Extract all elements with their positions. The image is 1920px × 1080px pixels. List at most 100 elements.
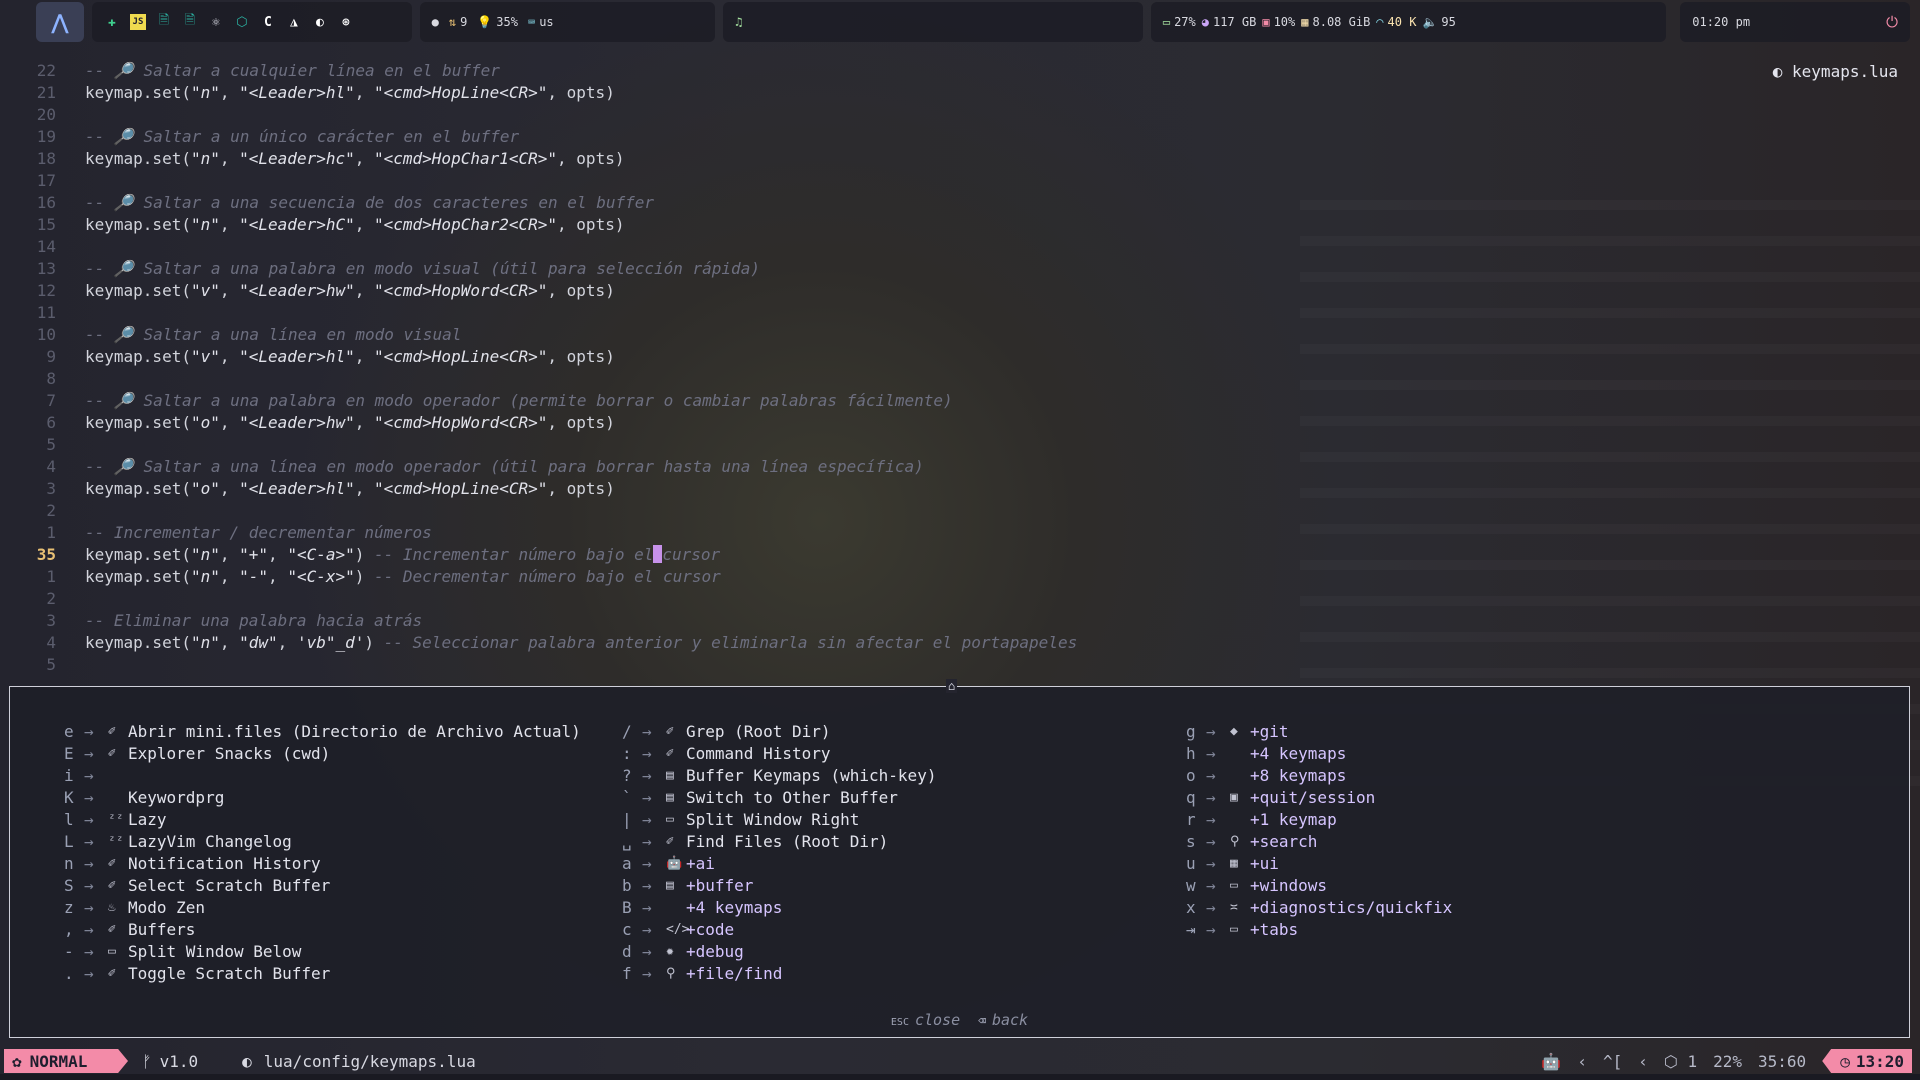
- power-icon[interactable]: ⏻: [1886, 13, 1898, 31]
- which-key-item[interactable]: g → ◆ +git: [1186, 721, 1452, 743]
- editor-line[interactable]: 6 keymap.set("o", "<Leader>hw", "<cmd>Hop…: [0, 412, 1920, 434]
- which-key-item[interactable]: x → ≍ +diagnostics/quickfix: [1186, 897, 1452, 919]
- which-key-item[interactable]: K → Keywordprg: [64, 787, 581, 809]
- which-key-item[interactable]: ⇥ → ▭ +tabs: [1186, 919, 1452, 941]
- which-key-item[interactable]: . → ✐ Toggle Scratch Buffer: [64, 963, 581, 985]
- editor-buffer[interactable]: 22 -- 🔎 Saltar a cualquier línea en el bu…: [0, 60, 1920, 680]
- which-key-item[interactable]: , → ✐ Buffers: [64, 919, 581, 941]
- which-key-item[interactable]: ? → ▤ Buffer Keymaps (which-key): [622, 765, 936, 787]
- network-indicator[interactable]: ◠ 40 K: [1376, 15, 1416, 29]
- user-indicator[interactable]: ●: [432, 15, 439, 29]
- which-key-item[interactable]: q → ▣ +quit/session: [1186, 787, 1452, 809]
- which-key-item[interactable]: i →: [64, 765, 581, 787]
- which-key-item[interactable]: E → ✐ Explorer Snacks (cwd): [64, 743, 581, 765]
- line-code: keymap.set("n", "-", "<C-x>") -- Decreme…: [60, 566, 721, 588]
- editor-line[interactable]: 10 -- 🔎 Saltar a una línea en modo visual: [0, 324, 1920, 346]
- editor-line[interactable]: 20: [0, 104, 1920, 126]
- brightness-indicator[interactable]: 💡 35%: [477, 15, 518, 29]
- which-key-item[interactable]: n → ✐ Notification History: [64, 853, 581, 875]
- js-icon[interactable]: JS: [129, 14, 146, 30]
- which-key-item[interactable]: h → +4 keymaps: [1186, 743, 1452, 765]
- editor-line[interactable]: 3 keymap.set("o", "<Leader>hl", "<cmd>Hop…: [0, 478, 1920, 500]
- editor-line[interactable]: 1 keymap.set("n", "-", "<C-x>") -- Decrem…: [0, 566, 1920, 588]
- css-icon[interactable]: 🗎: [182, 13, 198, 30]
- which-key-item[interactable]: B → +4 keymaps: [622, 897, 936, 919]
- code-token: keymap.set(: [85, 149, 191, 168]
- editor-line[interactable]: 11: [0, 302, 1920, 324]
- back-hint[interactable]: back: [992, 1011, 1028, 1029]
- editor-line[interactable]: 9 keymap.set("v", "<Leader>hl", "<cmd>Hop…: [0, 346, 1920, 368]
- editor-line[interactable]: 35 keymap.set("n", "+", "<C-a>") -- Incre…: [0, 544, 1920, 566]
- volume-indicator[interactable]: 🔈 95: [1422, 15, 1455, 29]
- which-key-item[interactable]: f → ⚲ +file/find: [622, 963, 936, 985]
- editor-line[interactable]: 13 -- 🔎 Saltar a una palabra en modo visu…: [0, 258, 1920, 280]
- which-key-item[interactable]: : → ✐ Command History: [622, 743, 936, 765]
- editor-line[interactable]: 3 -- Eliminar una palabra hacia atrás: [0, 610, 1920, 632]
- node-icon[interactable]: ⬡: [234, 14, 250, 30]
- editor-line[interactable]: 16 -- 🔎 Saltar a una secuencia de dos car…: [0, 192, 1920, 214]
- editor-line[interactable]: 14: [0, 236, 1920, 258]
- which-key-item[interactable]: c → </> +code: [622, 919, 936, 941]
- chrome-icon[interactable]: C: [260, 14, 276, 30]
- which-key-item[interactable]: S → ✐ Select Scratch Buffer: [64, 875, 581, 897]
- which-key-item[interactable]: - → ▭ Split Window Below: [64, 941, 581, 963]
- which-key-item[interactable]: d → ✹ +debug: [622, 941, 936, 963]
- which-key-item[interactable]: ` → ▤ Switch to Other Buffer: [622, 787, 936, 809]
- which-key-item[interactable]: o → +8 keymaps: [1186, 765, 1452, 787]
- which-key-item[interactable]: b → ▤ +buffer: [622, 875, 936, 897]
- item-label: Command History: [686, 744, 831, 763]
- memory-indicator[interactable]: ▦ 8.08 GiB: [1301, 15, 1370, 29]
- editor-line[interactable]: 1 -- Incrementar / decrementar números: [0, 522, 1920, 544]
- code-token: ,: [277, 633, 297, 652]
- which-key-item[interactable]: z → ♨ Modo Zen: [64, 897, 581, 919]
- editor-line[interactable]: 21 keymap.set("n", "<Leader>hl", "<cmd>Ho…: [0, 82, 1920, 104]
- editor-line[interactable]: 4 -- 🔎 Saltar a una línea en modo operado…: [0, 456, 1920, 478]
- copilot-icon[interactable]: 🤖: [1541, 1052, 1561, 1071]
- editor-line[interactable]: 15 keymap.set("n", "<Leader>hC", "<cmd>Ho…: [0, 214, 1920, 236]
- code-string: "<Leader>hw": [239, 413, 355, 432]
- close-hint[interactable]: close: [915, 1011, 960, 1029]
- file-path[interactable]: ◐ lua/config/keymaps.lua: [242, 1052, 476, 1071]
- cpu-indicator[interactable]: ▣ 10%: [1262, 15, 1295, 29]
- react-icon[interactable]: ⚛: [208, 14, 224, 30]
- editor-line[interactable]: 7 -- 🔎 Saltar a una palabra en modo opera…: [0, 390, 1920, 412]
- moon-icon[interactable]: ◐: [312, 14, 328, 30]
- which-key-item[interactable]: a → 🤖 +ai: [622, 853, 936, 875]
- editor-line[interactable]: 5: [0, 654, 1920, 676]
- editor-line[interactable]: 18 keymap.set("n", "<Leader>hc", "<cmd>Ho…: [0, 148, 1920, 170]
- which-key-item[interactable]: e → ✐ Abrir mini.files (Directorio de Archi…: [64, 721, 581, 743]
- launcher-button[interactable]: ⋀: [36, 2, 84, 42]
- html-icon[interactable]: 🗎: [156, 13, 172, 30]
- keyboard-indicator[interactable]: ⌨ us: [528, 15, 554, 29]
- media-widget[interactable]: ♫: [723, 2, 1143, 42]
- editor-line[interactable]: 5: [0, 434, 1920, 456]
- which-key-item[interactable]: w → ▭ +windows: [1186, 875, 1452, 897]
- which-key-item[interactable]: u → ▦ +ui: [1186, 853, 1452, 875]
- updates-indicator[interactable]: ⇅ 9: [449, 15, 467, 29]
- editor-line[interactable]: 2: [0, 588, 1920, 610]
- app-icon-1[interactable]: ✚: [104, 14, 120, 30]
- which-key-item[interactable]: l → ᶻᶻ Lazy: [64, 809, 581, 831]
- which-key-item[interactable]: ␣ → ✐ Find Files (Root Dir): [622, 831, 936, 853]
- editor-line[interactable]: 8: [0, 368, 1920, 390]
- which-key-item[interactable]: s → ⚲ +search: [1186, 831, 1452, 853]
- item-label: +8 keymaps: [1250, 766, 1347, 785]
- disk-indicator[interactable]: ◕ 117 GB: [1202, 15, 1257, 29]
- which-key-item[interactable]: L → ᶻᶻ LazyVim Changelog: [64, 831, 581, 853]
- arrow-right-icon: →: [84, 920, 94, 939]
- which-key-item[interactable]: | → ▭ Split Window Right: [622, 809, 936, 831]
- editor-line[interactable]: 4 keymap.set("n", "dw", 'vb"_d') -- Selec…: [0, 632, 1920, 654]
- editor-line[interactable]: 22 -- 🔎 Saltar a cualquier línea en el bu…: [0, 60, 1920, 82]
- package-indicator[interactable]: ⬡ 1: [1664, 1052, 1697, 1071]
- inkscape-icon[interactable]: ◮: [286, 14, 302, 30]
- battery-indicator[interactable]: ▭ 27%: [1163, 15, 1196, 29]
- editor-line[interactable]: 2: [0, 500, 1920, 522]
- git-branch[interactable]: ᚠ v1.0: [142, 1052, 198, 1071]
- blender-icon[interactable]: ⊛: [338, 14, 354, 30]
- editor-line[interactable]: 12 keymap.set("v", "<Leader>hw", "<cmd>Ho…: [0, 280, 1920, 302]
- editor-line[interactable]: 19 -- 🔎 Saltar a un único carácter en el …: [0, 126, 1920, 148]
- which-key-item[interactable]: r → +1 keymap: [1186, 809, 1452, 831]
- editor-line[interactable]: 17: [0, 170, 1920, 192]
- which-key-item[interactable]: / → ✐ Grep (Root Dir): [622, 721, 936, 743]
